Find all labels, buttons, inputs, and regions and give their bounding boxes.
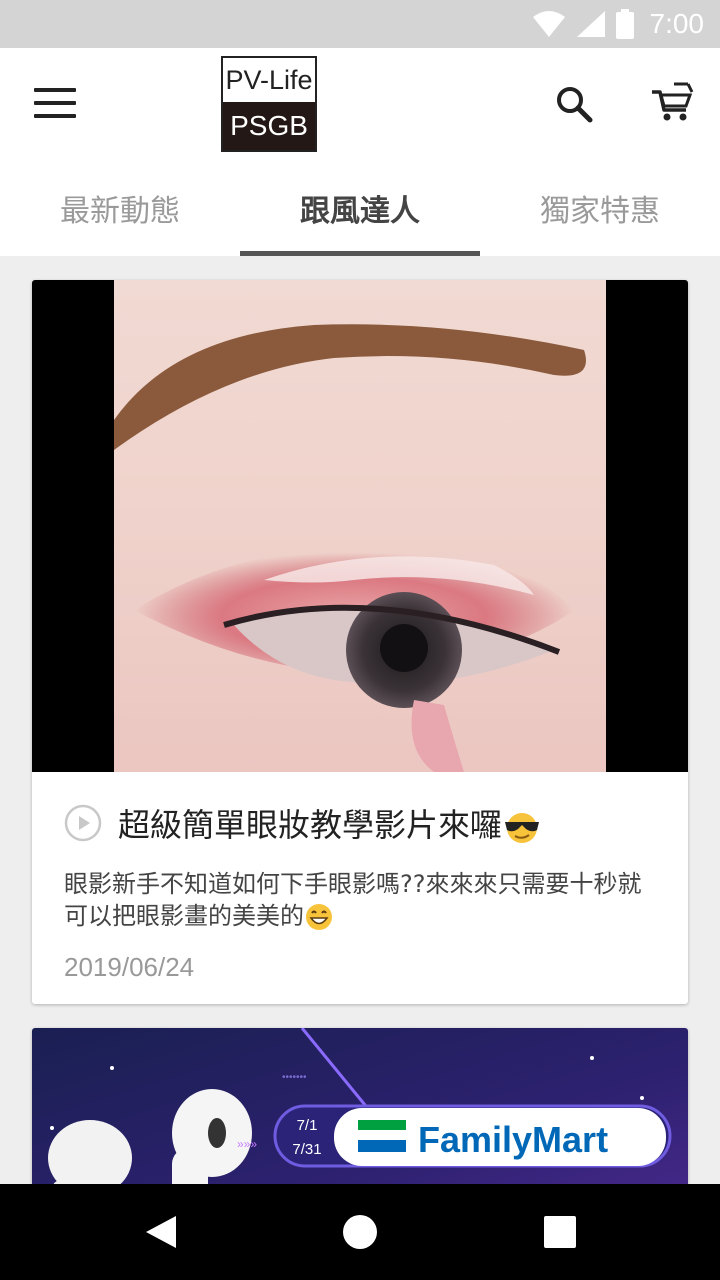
card-title: 超級簡單眼妝教學影片來囉 bbox=[118, 800, 542, 846]
menu-icon bbox=[34, 88, 76, 92]
system-nav-bar bbox=[0, 1184, 720, 1280]
back-icon[interactable] bbox=[144, 1214, 178, 1250]
video-thumbnail[interactable] bbox=[32, 280, 688, 772]
logo-bottom-text: PSGB bbox=[223, 102, 315, 150]
search-icon[interactable] bbox=[554, 84, 594, 124]
grinning-emoji bbox=[306, 904, 332, 930]
menu-button[interactable] bbox=[34, 88, 78, 120]
cellular-icon bbox=[576, 11, 605, 37]
tab-exclusive-deals[interactable]: 獨家特惠 bbox=[480, 160, 720, 256]
svg-text:»»»: »»» bbox=[237, 1137, 257, 1151]
svg-text:•••••••: ••••••• bbox=[282, 1072, 307, 1083]
tab-bar: 最新動態 跟風達人 獨家特惠 bbox=[0, 160, 720, 256]
logo-top-text: PV-Life bbox=[225, 64, 313, 95]
cart-icon[interactable] bbox=[650, 82, 694, 124]
eye-makeup-image bbox=[114, 280, 606, 772]
play-icon bbox=[64, 804, 102, 842]
recent-apps-icon[interactable] bbox=[544, 1216, 576, 1248]
familymart-logo-icon bbox=[358, 1120, 406, 1130]
video-post-card[interactable]: 超級簡單眼妝教學影片來囉 眼影新手不知道如何下手眼影嗎??來來來只需要十秒就可以… bbox=[32, 280, 688, 1004]
card-description: 眼影新手不知道如何下手眼影嗎??來來來只需要十秒就可以把眼影畫的美美的 bbox=[64, 870, 642, 930]
status-bar: 7:00 bbox=[0, 0, 720, 48]
app-logo: PV-Life PSGB bbox=[221, 56, 317, 152]
app-bar: PV-Life PSGB bbox=[0, 48, 720, 160]
banner-date-start: 7/1 bbox=[297, 1117, 318, 1134]
banner-brand: FamilyMart bbox=[418, 1119, 608, 1160]
card-title-row: 超級簡單眼妝教學影片來囉 bbox=[64, 796, 656, 850]
tab-latest-news[interactable]: 最新動態 bbox=[0, 160, 240, 256]
home-icon[interactable] bbox=[343, 1215, 377, 1249]
card-date: 2019/06/24 bbox=[64, 952, 195, 982]
card-body: 超級簡單眼妝教學影片來囉 眼影新手不知道如何下手眼影嗎??來來來只需要十秒就可以… bbox=[32, 772, 688, 983]
tab-trend-experts[interactable]: 跟風達人 bbox=[240, 160, 480, 256]
wifi-icon bbox=[532, 11, 565, 37]
banner-date-end: 7/31 bbox=[292, 1141, 321, 1158]
status-time: 7:00 bbox=[649, 8, 705, 39]
battery-icon bbox=[615, 9, 634, 39]
status-icons: 7:00 bbox=[532, 0, 705, 48]
sunglasses-emoji bbox=[505, 813, 540, 843]
